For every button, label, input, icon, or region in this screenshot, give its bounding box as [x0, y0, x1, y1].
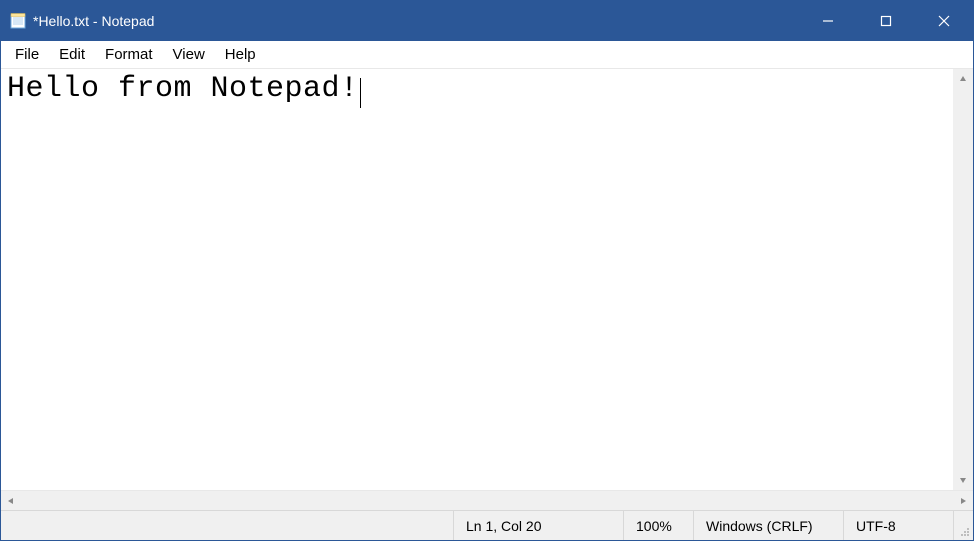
window-controls [799, 1, 973, 41]
statusbar-cursor-position: Ln 1, Col 20 [453, 511, 623, 540]
minimize-button[interactable] [799, 1, 857, 41]
menu-file[interactable]: File [5, 44, 49, 65]
close-button[interactable] [915, 1, 973, 41]
statusbar-zoom: 100% [623, 511, 693, 540]
menubar: File Edit Format View Help [1, 41, 973, 69]
titlebar[interactable]: *Hello.txt - Notepad [1, 1, 973, 41]
horizontal-scrollbar[interactable] [1, 490, 973, 510]
menu-help[interactable]: Help [215, 44, 266, 65]
statusbar: Ln 1, Col 20 100% Windows (CRLF) UTF-8 [1, 510, 973, 540]
notepad-app-icon [9, 12, 27, 30]
statusbar-line-ending: Windows (CRLF) [693, 511, 843, 540]
text-caret [360, 78, 361, 108]
scroll-down-icon[interactable] [953, 470, 973, 490]
window-title: *Hello.txt - Notepad [33, 13, 154, 29]
statusbar-spacer [1, 511, 453, 540]
editor-text[interactable]: Hello from Notepad! [1, 69, 973, 111]
editor-area[interactable]: Hello from Notepad! [1, 69, 973, 490]
menu-edit[interactable]: Edit [49, 44, 95, 65]
scroll-up-icon[interactable] [953, 69, 973, 89]
vertical-scrollbar[interactable] [953, 69, 973, 490]
resize-grip[interactable] [953, 511, 973, 540]
menu-format[interactable]: Format [95, 44, 163, 65]
menu-view[interactable]: View [163, 44, 215, 65]
scroll-right-icon[interactable] [953, 491, 973, 510]
statusbar-encoding: UTF-8 [843, 511, 953, 540]
editor-content[interactable]: Hello from Notepad! [7, 72, 359, 106]
scroll-left-icon[interactable] [1, 491, 21, 510]
maximize-button[interactable] [857, 1, 915, 41]
